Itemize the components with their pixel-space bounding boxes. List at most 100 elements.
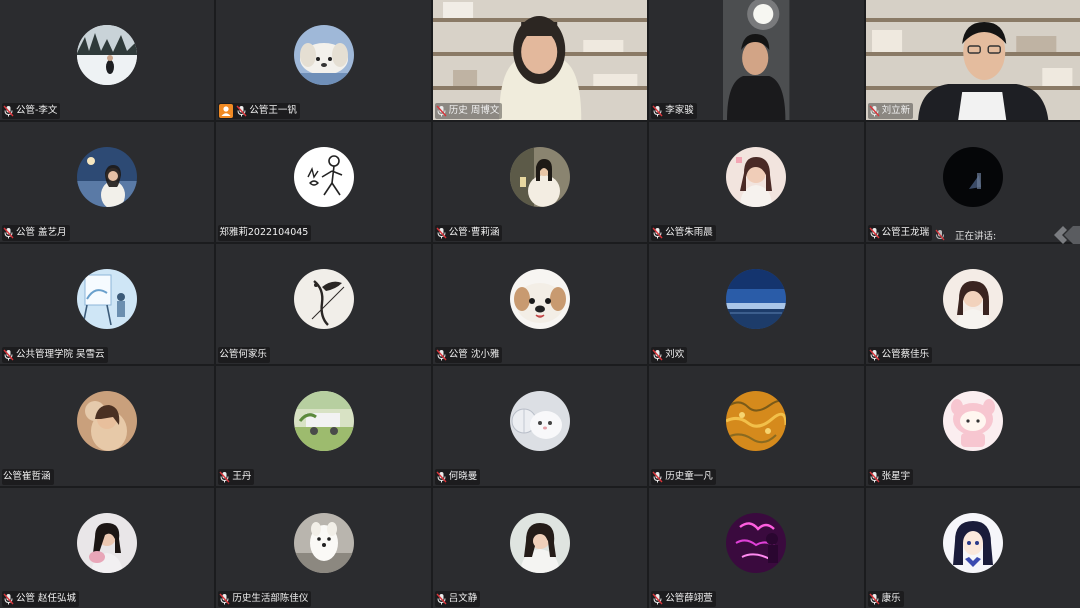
microphone-muted-icon — [652, 471, 663, 483]
participant-tile[interactable]: 公管·曹莉涵 — [432, 122, 648, 242]
participant-tile[interactable]: 公管薛翊萱 — [649, 488, 864, 608]
microphone-muted-icon — [652, 227, 663, 239]
participant-name: 刘立新 — [881, 105, 911, 116]
participant-label: 王丹 — [218, 469, 255, 485]
avatar — [293, 24, 354, 85]
microphone-muted-icon — [236, 105, 247, 117]
microphone-muted-icon — [3, 105, 14, 117]
participant-tile[interactable]: 何晓曼 — [432, 366, 648, 486]
collapse-panel-icon[interactable] — [1054, 226, 1080, 244]
video-grid: 公管-李文 公管王一钒 历史 周博文 李家骏 刘立新 公管 盖艺月 郑雅莉202… — [0, 0, 1080, 608]
participant-tile[interactable]: 公管 赵任弘城 — [0, 488, 215, 608]
video-feed — [865, 0, 1080, 120]
participant-tile[interactable]: 公管王一钒 — [216, 0, 431, 120]
participant-name: 刘欢 — [665, 349, 685, 360]
participant-name: 康乐 — [881, 593, 901, 604]
participant-tile-video[interactable]: 刘立新 — [865, 0, 1080, 120]
avatar — [509, 390, 570, 451]
participant-tile[interactable]: 公管崔哲涵 — [0, 366, 215, 486]
participant-tile-video[interactable]: 历史 周博文 — [432, 0, 648, 120]
participant-tile[interactable]: 王丹 — [216, 366, 431, 486]
avatar — [77, 268, 138, 329]
avatar — [509, 268, 570, 329]
avatar — [942, 146, 1003, 207]
participant-name: 公管 盖艺月 — [16, 227, 67, 238]
participant-name: 历史生活部陈佳仪 — [232, 593, 309, 604]
microphone-muted-icon — [652, 349, 663, 361]
microphone-muted-icon — [652, 593, 663, 605]
avatar — [509, 512, 570, 573]
participant-name: 郑雅莉2022104045 — [219, 227, 309, 238]
participant-name: 公管·曹莉涵 — [448, 227, 500, 238]
avatar — [77, 512, 138, 573]
participant-label: 公管何家乐 — [218, 347, 270, 363]
avatar — [77, 390, 138, 451]
participant-tile[interactable]: 郑雅莉2022104045 — [216, 122, 431, 242]
participant-label: 公管薛翊萱 — [651, 591, 716, 607]
participant-tile[interactable]: 公共管理学院 吴雪云 — [0, 244, 215, 364]
participant-label: 公管-李文 — [2, 103, 61, 119]
participant-tile[interactable]: 公管-李文 — [0, 0, 215, 120]
participant-name: 公管 赵任弘城 — [16, 593, 77, 604]
participant-name: 吕文静 — [448, 593, 478, 604]
participant-name: 公管崔哲涵 — [3, 471, 51, 482]
microphone-muted-icon — [869, 349, 880, 361]
participant-tile[interactable]: 公管何家乐 — [216, 244, 431, 364]
participant-name: 历史童一凡 — [665, 471, 713, 482]
participant-label: 吕文静 — [434, 591, 481, 607]
avatar — [726, 512, 787, 573]
participant-label: 郑雅莉2022104045 — [218, 225, 312, 241]
speaking-indicator: 正在讲话: — [935, 228, 996, 242]
participant-name: 历史 周博文 — [448, 105, 500, 116]
participant-label: 历史童一凡 — [651, 469, 716, 485]
participant-tile[interactable]: 公管蔡佳乐 — [865, 244, 1080, 364]
avatar — [77, 146, 138, 207]
participant-tile[interactable]: 公管 沈小雅 — [432, 244, 648, 364]
participant-label: 公管 盖艺月 — [2, 225, 70, 241]
microphone-muted-icon — [869, 105, 880, 117]
participant-name: 公管 沈小雅 — [448, 349, 500, 360]
microphone-muted-icon — [219, 593, 230, 605]
participant-tile[interactable]: 历史童一凡 — [649, 366, 864, 486]
participant-tile[interactable]: 刘欢 — [649, 244, 864, 364]
microphone-muted-icon — [436, 105, 447, 117]
participant-tile[interactable]: 公管 盖艺月 — [0, 122, 215, 242]
avatar — [293, 390, 354, 451]
participant-tile[interactable]: 公管朱雨晨 — [649, 122, 864, 242]
microphone-muted-icon — [3, 593, 14, 605]
avatar — [293, 512, 354, 573]
microphone-muted-icon — [436, 349, 447, 361]
participant-name: 公管蔡佳乐 — [881, 349, 930, 360]
participant-tile[interactable]: 张星宇 — [865, 366, 1080, 486]
avatar — [726, 390, 787, 451]
participant-label: 公管 沈小雅 — [434, 347, 503, 363]
speaking-label: 正在讲话: — [955, 231, 997, 242]
participant-label: 公管·曹莉涵 — [434, 225, 503, 241]
participant-name: 公管-李文 — [16, 105, 58, 116]
participant-label: 何晓曼 — [434, 469, 481, 485]
participant-label: 公管王一钒 — [218, 103, 300, 119]
participant-name: 王丹 — [232, 471, 252, 482]
participant-tile[interactable]: 康乐 — [865, 488, 1080, 608]
microphone-muted-icon — [3, 349, 14, 361]
participant-label: 公管朱雨晨 — [651, 225, 716, 241]
participant-name: 李家骏 — [665, 105, 694, 116]
avatar — [726, 146, 787, 207]
participant-label: 公管崔哲涵 — [2, 469, 54, 485]
participant-tile[interactable]: 公管王龙瑞 — [865, 122, 1080, 242]
avatar — [293, 268, 354, 329]
microphone-muted-icon — [436, 593, 447, 605]
avatar — [293, 146, 354, 207]
participant-label: 公管蔡佳乐 — [867, 347, 933, 363]
avatar — [942, 512, 1003, 573]
avatar — [942, 268, 1003, 329]
microphone-muted-icon — [869, 227, 880, 239]
microphone-muted-icon — [652, 105, 663, 117]
participant-tile[interactable]: 吕文静 — [432, 488, 648, 608]
microphone-muted-icon — [436, 227, 447, 239]
participant-tile-video[interactable]: 李家骏 — [649, 0, 864, 120]
participant-label: 历史 周博文 — [434, 103, 503, 119]
participant-tile[interactable]: 历史生活部陈佳仪 — [216, 488, 431, 608]
participant-name: 公管薛翊萱 — [665, 593, 713, 604]
participant-label: 康乐 — [867, 591, 904, 607]
